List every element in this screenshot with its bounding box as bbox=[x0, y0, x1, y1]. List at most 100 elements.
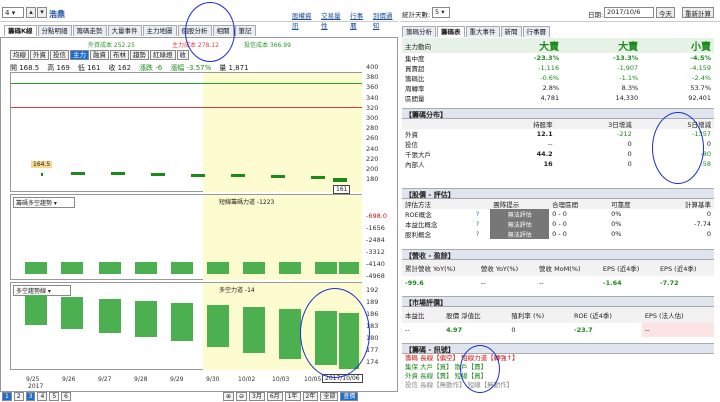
cell: 0 - 0 bbox=[552, 210, 567, 218]
cell: 無法評估 bbox=[490, 209, 550, 219]
ind-2[interactable]: 投信 bbox=[50, 50, 69, 60]
rtab-2[interactable]: 重大事件 bbox=[465, 26, 500, 37]
section-title: 【股價 - 評估】 bbox=[402, 188, 714, 199]
help-icon[interactable]: ? bbox=[473, 229, 490, 239]
cell: 0 - 0 bbox=[552, 220, 567, 228]
rtab-3[interactable]: 新聞 bbox=[500, 26, 522, 37]
cell: -- bbox=[547, 140, 553, 148]
range-3m[interactable]: 3月 bbox=[249, 392, 265, 401]
price-mark-high: 164.5 bbox=[31, 161, 53, 168]
link-1[interactable]: 交易量性 bbox=[321, 10, 346, 30]
y-tick: 220 bbox=[366, 154, 379, 163]
cell: 8.3% bbox=[621, 84, 639, 92]
range-6m[interactable]: 6月 bbox=[266, 392, 283, 401]
trend-legend: 多空力道 -14 bbox=[219, 287, 255, 294]
cell: 0 - 0 bbox=[552, 230, 567, 238]
page-5[interactable]: 5 bbox=[49, 392, 60, 401]
momentum-plot[interactable]: 籌碼多空趨勢 ▾ 短線籌碼力道 -1223 bbox=[10, 194, 362, 280]
zoom-in-icon[interactable]: ⊕ bbox=[222, 392, 234, 401]
candle bbox=[311, 176, 325, 179]
y-tick: -4140 bbox=[366, 260, 385, 268]
cell: -7.72 bbox=[659, 279, 679, 287]
rtab-4[interactable]: 行事曆 bbox=[522, 26, 550, 37]
help-icon[interactable]: ? bbox=[473, 209, 490, 219]
ind-5[interactable]: 布林 bbox=[110, 50, 129, 60]
price-plot[interactable]: 164.5 161 bbox=[10, 72, 362, 194]
cell: 無法評估 bbox=[490, 229, 550, 239]
annotation-circle bbox=[652, 112, 704, 184]
days-select[interactable]: 5 ▾ bbox=[432, 7, 450, 18]
rtab-1[interactable]: 籌碼表 bbox=[437, 26, 465, 37]
cell: 集中度 bbox=[405, 55, 425, 63]
ind-0[interactable]: 均線 bbox=[10, 50, 29, 60]
ind-1[interactable]: 外資 bbox=[30, 50, 49, 60]
ind-8[interactable]: 收 bbox=[176, 50, 189, 60]
cell: -2.4% bbox=[692, 74, 711, 82]
cell: 44.2 bbox=[536, 150, 553, 158]
cell: -7.74 bbox=[694, 220, 711, 228]
y-tick: 180 bbox=[366, 175, 379, 184]
cell: 4.97 bbox=[446, 326, 463, 334]
tab-2[interactable]: 籌碼走勢 bbox=[72, 25, 107, 36]
momentum-select[interactable]: 籌碼多空趨勢 ▾ bbox=[13, 197, 75, 208]
page-3[interactable]: 3 bbox=[25, 392, 36, 401]
ind-4[interactable]: 融資 bbox=[90, 50, 109, 60]
zoom-out-icon[interactable]: ⊖ bbox=[236, 392, 248, 401]
tab-3[interactable]: 大量事件 bbox=[107, 25, 142, 36]
link-2[interactable]: 行事曆 bbox=[350, 10, 369, 30]
cell: 0% bbox=[611, 230, 622, 238]
date-field[interactable]: 2017/10/6 bbox=[604, 7, 654, 18]
cell: 籌碼比 bbox=[405, 75, 425, 83]
link-3[interactable]: 到價通知 bbox=[373, 10, 398, 30]
ind-6[interactable]: 趨勢 bbox=[130, 50, 149, 60]
page-4[interactable]: 4 bbox=[37, 392, 48, 401]
signal-line: 投信 長線【無動作】 短線【無動作】 bbox=[405, 381, 514, 389]
section-title: 【營收 - 盈餘】 bbox=[402, 249, 714, 260]
tab-7[interactable]: 筆記 bbox=[234, 25, 256, 36]
tab-1[interactable]: 分點明細 bbox=[37, 25, 72, 36]
tab-4[interactable]: 主力地圖 bbox=[142, 25, 177, 36]
range-all[interactable]: 全部 bbox=[320, 392, 339, 401]
ind-7[interactable]: 紅綠燈 bbox=[150, 50, 176, 60]
cell: 0 bbox=[627, 140, 632, 148]
query-button[interactable]: 查價 bbox=[340, 392, 359, 401]
page-1[interactable]: 1 bbox=[2, 392, 12, 401]
prev-button[interactable]: ▴ bbox=[26, 7, 36, 18]
y-tick: 192 bbox=[366, 286, 379, 294]
cell: 92,401 bbox=[688, 94, 711, 102]
cell: 營收 MoM(%) bbox=[539, 265, 581, 273]
cell: ROE概念 bbox=[405, 211, 432, 219]
recalc-button[interactable]: 重新計算 bbox=[682, 7, 714, 18]
cell: -212 bbox=[617, 130, 632, 138]
today-button[interactable]: 今天 bbox=[656, 7, 675, 18]
cell: 殖利率 (%) bbox=[511, 312, 545, 320]
stock-selector[interactable]: 4 ▾ bbox=[2, 7, 24, 18]
indicator-tabs: 均線 外資 投信 主力 融資 布林 趨勢 紅綠燈 收 bbox=[10, 50, 190, 60]
days-label: 統計天數: bbox=[402, 11, 431, 19]
cell: -- bbox=[480, 279, 486, 287]
bar bbox=[207, 262, 229, 274]
next-button[interactable]: ▾ bbox=[37, 7, 47, 18]
page-2[interactable]: 2 bbox=[13, 392, 24, 401]
ind-3[interactable]: 主力 bbox=[70, 50, 89, 60]
tab-0[interactable]: 籌碼K線 bbox=[4, 25, 37, 36]
y-tick: 240 bbox=[366, 144, 379, 153]
cell: 0% bbox=[611, 220, 622, 228]
summary-head: 主力動向 bbox=[405, 42, 431, 51]
cell: -- bbox=[539, 279, 544, 287]
signal-line: 外資 長線【賣】 短線【買】 bbox=[405, 372, 488, 380]
rtab-0[interactable]: 籌碼分析 bbox=[402, 26, 436, 37]
help-icon[interactable]: ? bbox=[473, 219, 490, 229]
range-2y[interactable]: 2年 bbox=[302, 392, 319, 401]
y-tick: 380 bbox=[366, 73, 379, 82]
range-1y[interactable]: 1年 bbox=[284, 392, 301, 401]
top-links: 股權資訊 交易量性 行事曆 到價通知 bbox=[292, 10, 398, 30]
bar bbox=[207, 305, 229, 347]
cell: 4,781 bbox=[540, 94, 560, 102]
signal-line: 籌碼 長線【偏空】 短線力道【轉強↑】 bbox=[405, 354, 519, 362]
right-toolbar: 統計天數: 5 ▾ 日期: 2017/10/6 今天 重新計算 bbox=[400, 0, 720, 22]
candle bbox=[271, 175, 285, 178]
cell: EPS (法人估) bbox=[644, 312, 684, 320]
link-0[interactable]: 股權資訊 bbox=[292, 10, 317, 30]
page-6[interactable]: 6 bbox=[61, 392, 71, 401]
